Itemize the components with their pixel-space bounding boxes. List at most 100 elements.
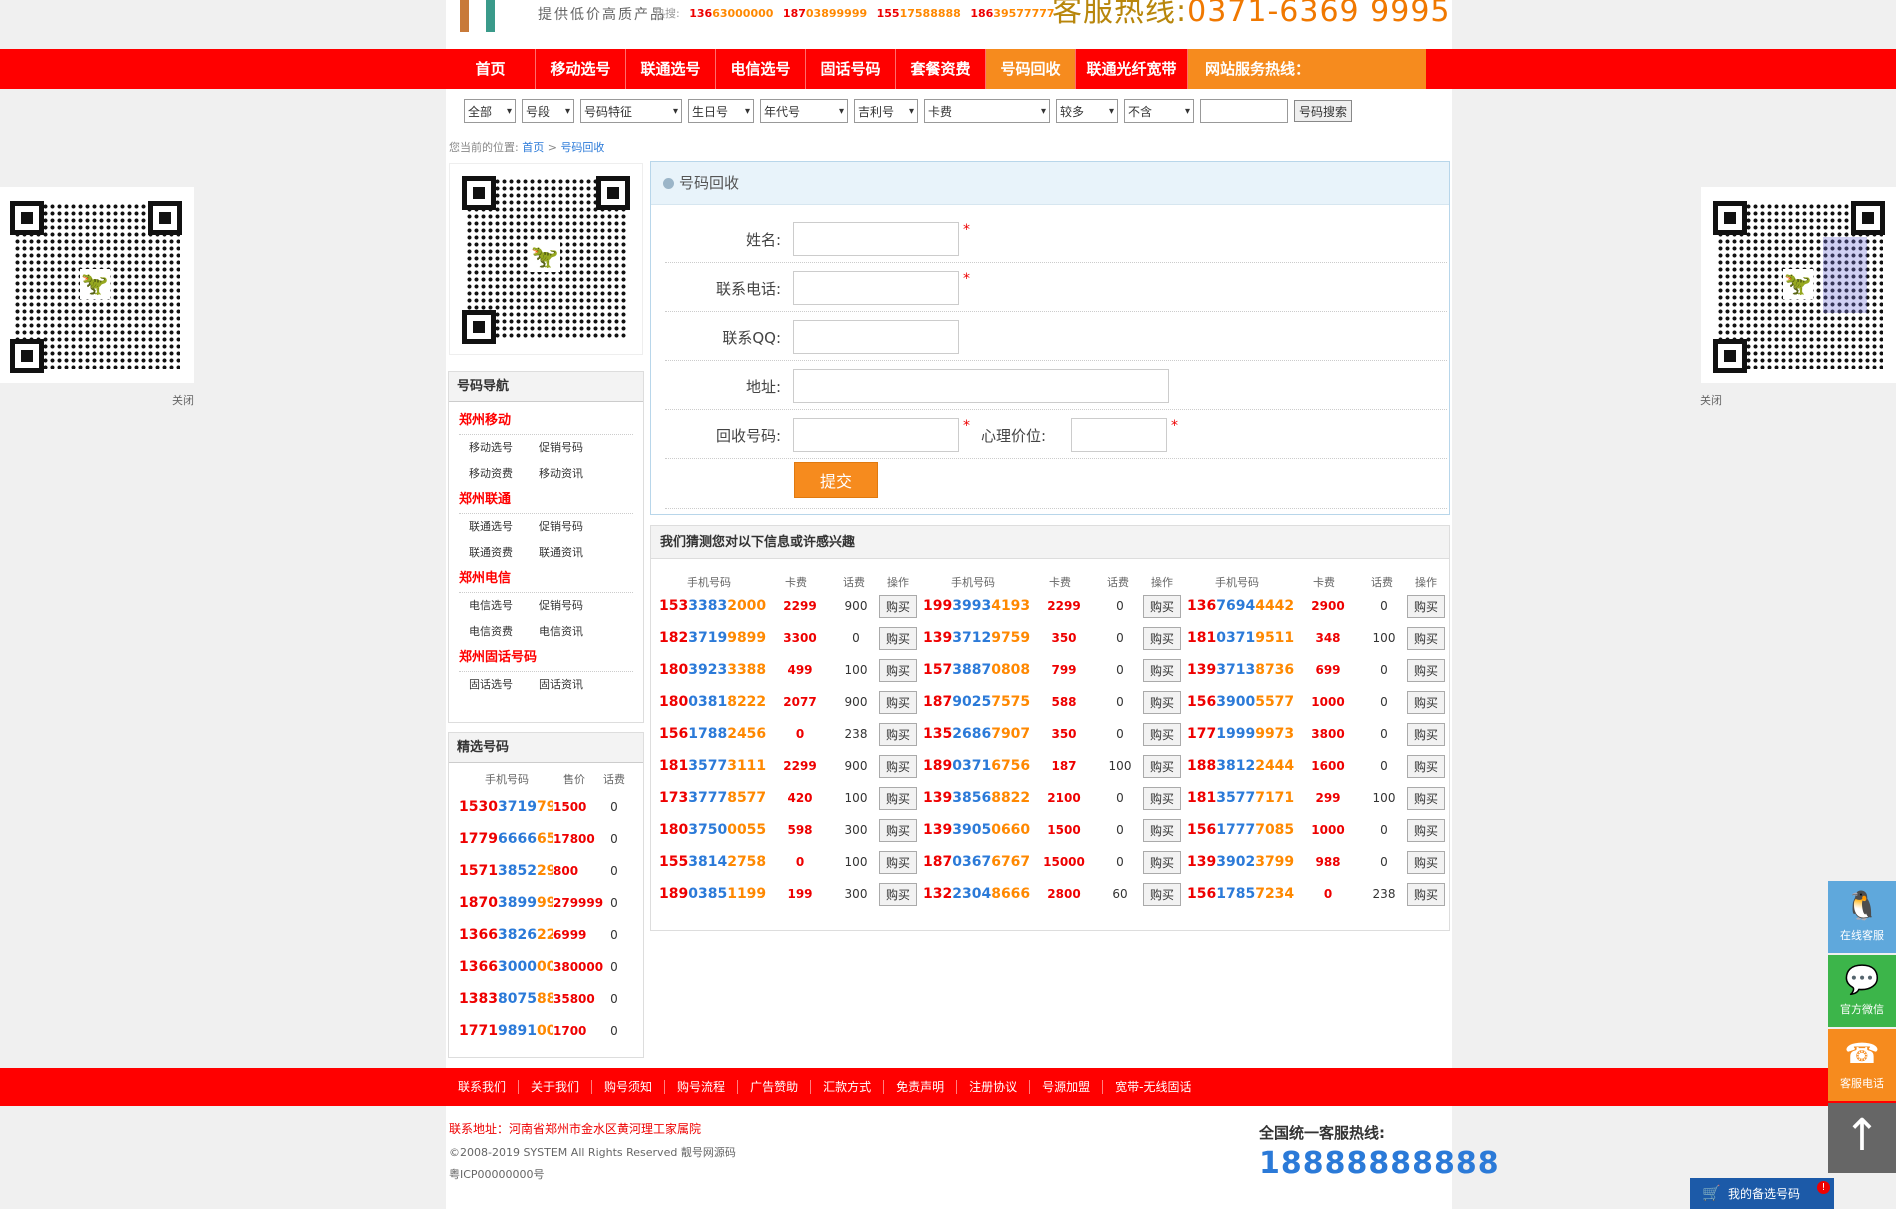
category-link[interactable]: 固话选号 — [469, 672, 539, 698]
buy-button[interactable]: 购买 — [1407, 594, 1446, 618]
featured-number[interactable]: 15303719798 — [449, 791, 553, 823]
suggested-number[interactable]: 15617882456 — [659, 726, 766, 742]
category-mobile[interactable]: 郑州移动 — [449, 408, 643, 434]
suggested-number[interactable]: 18903716756 — [923, 758, 1030, 774]
suggested-number[interactable]: 15538142758 — [659, 854, 766, 870]
online-service-button[interactable]: 🐧 在线客服 — [1828, 881, 1896, 953]
suggested-number[interactable]: 18039233388 — [659, 662, 766, 678]
category-link[interactable]: 电信资讯 — [539, 619, 609, 645]
breadcrumb-current[interactable]: 号码回收 — [560, 141, 604, 154]
name-input[interactable] — [793, 222, 959, 256]
hot-number-link[interactable]: 18639577777 — [970, 7, 1054, 20]
suggested-number[interactable]: 15738870808 — [923, 662, 1030, 678]
breadcrumb-home[interactable]: 首页 — [522, 141, 544, 154]
suggested-number[interactable]: 13223048666 — [923, 886, 1030, 902]
featured-number[interactable]: 17719891005 — [449, 1015, 553, 1047]
buy-button[interactable]: 购买 — [879, 850, 918, 874]
featured-number[interactable]: 17796666656 — [449, 823, 553, 855]
footer-link-broadband[interactable]: 宽带-无线固话 — [1103, 1080, 1203, 1094]
footer-link-about[interactable]: 关于我们 — [519, 1080, 593, 1094]
buy-button[interactable]: 购买 — [879, 658, 918, 682]
nav-broadband[interactable]: 联通光纤宽带 — [1076, 49, 1188, 89]
nav-recycle[interactable]: 号码回收 — [986, 49, 1076, 89]
suggested-number[interactable]: 18037500055 — [659, 822, 766, 838]
featured-number[interactable]: 18703899999 — [449, 887, 553, 919]
buy-button[interactable]: 购买 — [1407, 754, 1446, 778]
suggested-number[interactable]: 15617857234 — [1187, 886, 1294, 902]
featured-row[interactable]: 18703899999279999 0 — [449, 887, 643, 919]
category-link[interactable]: 移动资费 — [469, 461, 539, 487]
expected-price-input[interactable] — [1071, 418, 1167, 452]
nav-landline[interactable]: 固话号码 — [806, 49, 896, 89]
suggested-number[interactable]: 18237199899 — [659, 630, 766, 646]
buy-button[interactable]: 购买 — [1407, 658, 1446, 682]
buy-button[interactable]: 购买 — [879, 722, 918, 746]
buy-button[interactable]: 购买 — [1407, 818, 1446, 842]
suggested-number[interactable]: 15333832000 — [659, 598, 766, 614]
buy-button[interactable]: 购买 — [879, 594, 918, 618]
featured-row[interactable]: 1779666665617800 0 — [449, 823, 643, 855]
buy-button[interactable]: 购买 — [879, 754, 918, 778]
category-link[interactable]: 促销号码 — [539, 593, 609, 619]
featured-row[interactable]: 177198910051700 0 — [449, 1015, 643, 1047]
buy-button[interactable]: 购买 — [1407, 690, 1446, 714]
number-search-button[interactable]: 号码搜索 — [1294, 100, 1353, 122]
suggested-number[interactable]: 17337778577 — [659, 790, 766, 806]
category-link[interactable]: 电信资费 — [469, 619, 539, 645]
footer-link-process[interactable]: 购号流程 — [665, 1080, 739, 1094]
hot-number-link[interactable]: 15517588888 — [877, 7, 961, 20]
footer-link-contact[interactable]: 联系我们 — [446, 1080, 520, 1094]
buy-button[interactable]: 购买 — [1407, 626, 1446, 650]
buy-button[interactable]: 购买 — [879, 882, 918, 906]
footer-icp[interactable]: 粤ICP00000000号 — [449, 1166, 545, 1182]
address-input[interactable] — [793, 369, 1169, 403]
footer-link-ads[interactable]: 广告赞助 — [738, 1080, 812, 1094]
featured-row[interactable]: 153037197981500 0 — [449, 791, 643, 823]
buy-button[interactable]: 购买 — [879, 690, 918, 714]
buy-button[interactable]: 购买 — [1143, 722, 1182, 746]
buy-button[interactable]: 购买 — [1143, 594, 1182, 618]
buy-button[interactable]: 购买 — [1407, 850, 1446, 874]
featured-number[interactable]: 15713852299 — [449, 855, 553, 887]
category-link[interactable]: 联通资费 — [469, 540, 539, 566]
suggested-number[interactable]: 18703676767 — [923, 854, 1030, 870]
suggested-number[interactable]: 13939050660 — [923, 822, 1030, 838]
suggested-number[interactable]: 18903851199 — [659, 886, 766, 902]
suggested-number[interactable]: 19939934193 — [923, 598, 1030, 614]
suggested-number[interactable]: 13937138736 — [1187, 662, 1294, 678]
featured-row[interactable]: 15713852299800 0 — [449, 855, 643, 887]
hot-number-link[interactable]: 18703899999 — [783, 7, 867, 20]
phone-input[interactable] — [793, 271, 959, 305]
buy-button[interactable]: 购买 — [1407, 786, 1446, 810]
scroll-top-button[interactable]: ↑ — [1828, 1103, 1896, 1173]
featured-number[interactable]: 13663000000 — [449, 951, 553, 983]
nav-home[interactable]: 首页 — [446, 49, 536, 89]
suggested-number[interactable]: 18135773111 — [659, 758, 766, 774]
hot-number-link[interactable]: 13663000000 — [689, 7, 773, 20]
buy-button[interactable]: 购买 — [1143, 658, 1182, 682]
suggested-number[interactable]: 15617777085 — [1187, 822, 1294, 838]
buy-button[interactable]: 购买 — [1407, 722, 1446, 746]
suggested-number[interactable]: 15639005577 — [1187, 694, 1294, 710]
suggested-number[interactable]: 13676944442 — [1187, 598, 1294, 614]
filter-exclude-select[interactable]: 不含 ▾ — [1124, 99, 1194, 123]
filter-birthday-select[interactable]: 生日号 ▾ — [688, 99, 754, 123]
suggested-number[interactable]: 18838122444 — [1187, 758, 1294, 774]
buy-button[interactable]: 购买 — [1143, 626, 1182, 650]
wechat-button[interactable]: 💬 官方微信 — [1828, 955, 1896, 1027]
featured-row[interactable]: 13663000000380000 0 — [449, 951, 643, 983]
featured-number[interactable]: 13663826222 — [449, 919, 553, 951]
footer-link-agreement[interactable]: 注册协议 — [957, 1080, 1031, 1094]
nav-unicom[interactable]: 联通选号 — [626, 49, 716, 89]
buy-button[interactable]: 购买 — [879, 626, 918, 650]
recycle-number-input[interactable] — [793, 418, 959, 452]
phone-button[interactable]: ☎ 客服电话 — [1828, 1029, 1896, 1101]
float-qr-right-close[interactable]: 关闭 — [1700, 392, 1722, 408]
filter-carrier-select[interactable]: 全部 ▾ — [464, 99, 516, 123]
filter-more-select[interactable]: 较多 ▾ — [1056, 99, 1118, 123]
category-link[interactable]: 联通资讯 — [539, 540, 609, 566]
filter-card-fee-select[interactable]: 卡费 ▾ — [924, 99, 1050, 123]
category-link[interactable]: 联通选号 — [469, 514, 539, 540]
filter-feature-select[interactable]: 号码特征 ▾ — [580, 99, 682, 123]
category-link[interactable]: 促销号码 — [539, 435, 609, 461]
